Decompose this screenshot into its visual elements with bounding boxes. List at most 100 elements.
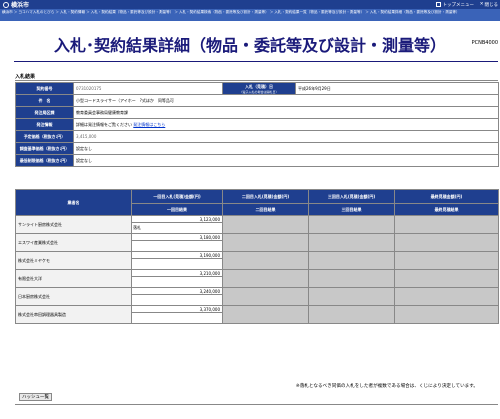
breadcrumb-sep: ＞ — [55, 9, 59, 14]
title-divider — [14, 61, 498, 62]
table-row: 発注情報 詳細は発注情報をご覧ください 発注情報はこちら — [15, 118, 499, 131]
planned-price-value: 3,415,000 — [73, 130, 499, 143]
breadcrumb-item[interactable]: 入札・契約結果（物品・委託等及び設計・測量等） — [91, 10, 174, 14]
round1-result: 落札 — [131, 222, 223, 234]
bottom-divider — [15, 404, 498, 405]
round1-amount: 3,180,000 — [131, 233, 223, 241]
breadcrumb-sep: ＞ — [86, 9, 90, 14]
contract-info-table: 契約番号 0731020175 入札（見積）日 （電子入札の場合は開札日） 平成… — [15, 82, 499, 167]
bid-date-label: 入札（見積）日 （電子入札の場合は開札日） — [222, 82, 296, 95]
breadcrumb-item[interactable]: 入札・契約結果一覧（物品・委託等及び設計・測量等） — [274, 10, 364, 14]
table-row: 件 名 小型コードスライサー（アイホー ?式ほか 同等品可 — [15, 94, 499, 107]
contract-no-label: 契約番号 — [15, 82, 74, 95]
table-row: サンライト厨房株式会社 3,123,000 — [15, 215, 499, 234]
round2-cell — [222, 269, 309, 288]
order-info-link[interactable]: 発注情報はこちら — [133, 122, 165, 127]
section-heading: 入札結果 — [15, 74, 36, 80]
city-emblem-icon — [3, 1, 9, 8]
table-row: 予定価格（税抜き:円） 3,415,000 — [15, 130, 499, 143]
round3-cell — [308, 305, 395, 324]
round1-amount: 3,210,000 — [131, 269, 223, 277]
page-title: 入札･契約結果詳細（物品・委託等及び設計・測量等） — [53, 36, 446, 55]
round1-amount: 3,190,000 — [131, 251, 223, 259]
final-cell — [394, 305, 499, 324]
site-name: 横浜市 — [11, 2, 30, 9]
round1-amount: 3,240,000 — [131, 287, 223, 295]
back-to-list-button[interactable]: ハッシュ一覧 — [19, 393, 52, 401]
order-info-label: 発注情報 — [15, 118, 74, 131]
breadcrumb-current: 入札・契約結果詳細（物品・委託等及び設計・測量等） — [369, 9, 460, 14]
breadcrumb-sep: ＞ — [13, 9, 18, 14]
col-subheader-final: 最終見積結果 — [394, 203, 499, 216]
round3-cell — [308, 287, 395, 306]
breadcrumb-item[interactable]: 入札・契約情報 — [60, 10, 85, 14]
round2-cell — [222, 251, 309, 270]
table-header-row: 業者名 一回目入札(見積)金額(円) 二回目入札(見積)金額(円) 三回目入札(… — [15, 189, 499, 216]
round1-amount: 3,123,000 — [131, 215, 223, 223]
round1-result — [131, 294, 223, 306]
dept-value: 教育委員会事務局健康教育課 — [73, 106, 499, 119]
top-bar: 横浜市 トップメニュー ✕ 閉じる — [0, 0, 500, 9]
round3-cell — [308, 251, 395, 270]
planned-price-label: 予定価格（税抜き:円） — [15, 130, 74, 143]
section-divider — [15, 80, 498, 81]
round2-cell — [222, 233, 309, 252]
item-label: 件 名 — [15, 94, 74, 107]
table-row: 有限会社大洋 3,210,000 — [15, 269, 499, 288]
table-row: 株式会社串田調理器具製造 3,370,000 — [15, 305, 499, 324]
top-menu-link[interactable]: トップメニュー — [435, 1, 474, 8]
col-header-final: 最終見積金額(円) — [394, 189, 499, 204]
round1-result — [131, 258, 223, 270]
col-subheader-round2: 二回目結果 — [222, 203, 309, 216]
table-row: 日本厨房株式会社 3,240,000 — [15, 287, 499, 306]
site-logo[interactable]: 横浜市 — [3, 1, 30, 9]
page-code: PCNB4000 — [471, 40, 498, 46]
table-row: エスワイ産業株式会社 3,180,000 — [15, 233, 499, 252]
table-row: 最低制限価格（税抜き:円） 設定なし — [15, 154, 499, 167]
company-name: 日本厨房株式会社 — [15, 287, 132, 306]
lottery-footnote: ※落札となるべき同価の入札をした者が複数である場合は、くじにより決定しています。 — [295, 384, 478, 389]
company-name: サンライト厨房株式会社 — [15, 215, 132, 234]
col-header-company: 業者名 — [15, 189, 132, 216]
final-cell — [394, 269, 499, 288]
order-info-text: 詳細は発注情報をご覧ください — [76, 121, 132, 127]
table-row: 契約番号 0731020175 入札（見積）日 （電子入札の場合は開札日） 平成… — [15, 82, 499, 95]
final-cell — [394, 215, 499, 234]
close-icon: ✕ — [479, 2, 484, 7]
breadcrumb-item[interactable]: 入札・契約結果検索（物品・委託等及び設計・測量等） — [179, 10, 269, 14]
breadcrumb-item[interactable]: ヨコハマ入札のとびら — [18, 10, 54, 14]
survey-price-label: 調査基準価格（税抜き:円） — [15, 142, 74, 155]
order-info-value: 詳細は発注情報をご覧ください 発注情報はこちら — [73, 118, 499, 131]
breadcrumb-item[interactable]: 横浜市 — [2, 10, 13, 14]
bid-results-table: 業者名 一回目入札(見積)金額(円) 二回目入札(見積)金額(円) 三回目入札(… — [15, 189, 499, 324]
close-label: 閉じる — [484, 2, 499, 8]
final-cell — [394, 233, 499, 252]
dept-label: 発注局区課 — [15, 106, 74, 119]
col-header-round3: 三回目入札(見積)金額(円) — [308, 189, 395, 204]
col-header-round2: 二回目入札(見積)金額(円) — [222, 189, 309, 204]
breadcrumb-sep: ＞ — [269, 9, 274, 14]
table-row: 株式会社ミヤケモ 3,190,000 — [15, 251, 499, 270]
company-name: エスワイ産業株式会社 — [15, 233, 132, 252]
min-price-label: 最低制限価格（税抜き:円） — [15, 154, 74, 167]
bid-date-value: 平成26年9月29日 — [295, 82, 499, 95]
round1-result — [131, 312, 223, 324]
round2-cell — [222, 215, 309, 234]
company-name: 株式会社ミヤケモ — [15, 251, 132, 270]
company-name: 有限会社大洋 — [15, 269, 132, 288]
round1-amount: 3,370,000 — [131, 305, 223, 313]
col-subheader-round1: 一回目結果 — [131, 203, 223, 216]
col-header-round1: 一回目入札(見積)金額(円) — [131, 189, 223, 204]
round1-result — [131, 276, 223, 288]
final-cell — [394, 251, 499, 270]
item-value: 小型コードスライサー（アイホー ?式ほか 同等品可 — [73, 94, 499, 107]
breadcrumb-sep: ＞ — [365, 9, 369, 14]
table-row: 発注局区課 教育委員会事務局健康教育課 — [15, 106, 499, 119]
round1-result — [131, 240, 223, 252]
company-name: 株式会社串田調理器具製造 — [15, 305, 132, 324]
close-button[interactable]: ✕ 閉じる — [480, 1, 498, 8]
table-row: 調査基準価格（税抜き:円） 設定なし — [15, 142, 499, 155]
round2-cell — [222, 305, 309, 324]
min-price-value: 設定なし — [73, 154, 499, 167]
breadcrumb: 横浜市＞ヨコハマ入札のとびら＞入札・契約情報＞入札・契約結果（物品・委託等及び設… — [0, 9, 500, 21]
